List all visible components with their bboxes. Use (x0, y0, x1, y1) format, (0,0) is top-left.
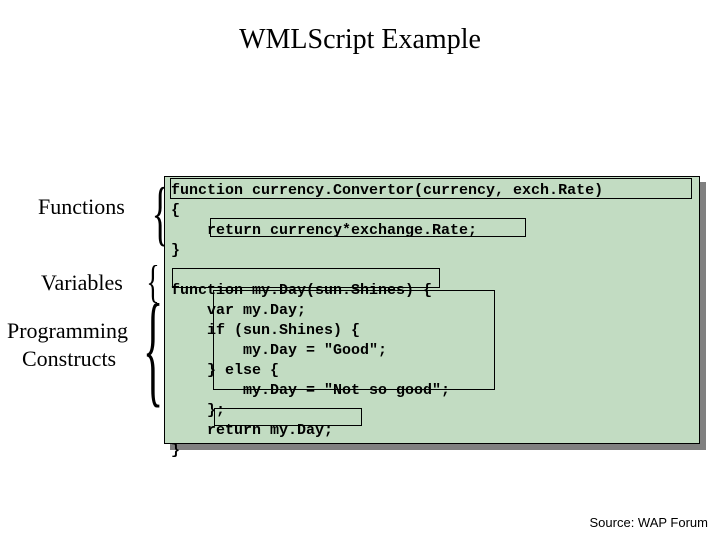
slide-title: WMLScript Example (0, 24, 720, 56)
highlight-programming-constructs (213, 290, 495, 390)
highlight-return-statement (214, 408, 362, 426)
source-citation: Source: WAP Forum (590, 515, 708, 530)
highlight-return-statement (210, 218, 526, 237)
slide: WMLScript Example Functions Variables Pr… (0, 0, 720, 540)
highlight-function-signature (170, 178, 692, 199)
label-variables: Variables (41, 270, 123, 296)
brace-icon: { (143, 276, 163, 421)
highlight-function-signature (172, 268, 440, 288)
label-functions: Functions (38, 194, 125, 220)
label-programming: Programming (7, 318, 128, 344)
label-constructs: Constructs (22, 346, 116, 372)
